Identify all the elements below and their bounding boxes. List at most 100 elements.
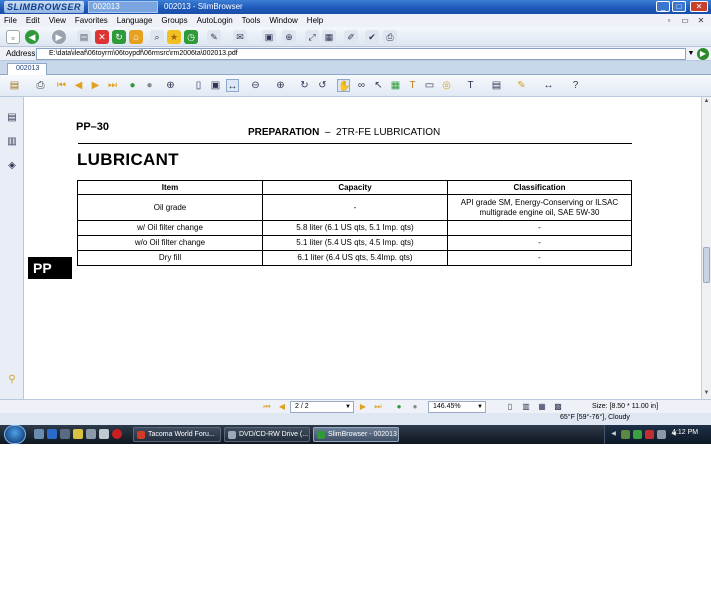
rotate-left-icon[interactable]: ↺ bbox=[316, 79, 329, 92]
go-back-icon[interactable]: ● bbox=[394, 402, 404, 412]
last-page-icon[interactable]: ⏭ bbox=[106, 79, 119, 92]
bookmarks-panel-icon[interactable]: ▥ bbox=[6, 135, 18, 149]
single-page-icon[interactable]: ▯ bbox=[192, 79, 205, 92]
search-icon[interactable]: ⌕ bbox=[150, 30, 164, 44]
restore-icon[interactable]: ▫ bbox=[664, 16, 674, 25]
stop-icon[interactable]: ✕ bbox=[95, 30, 109, 44]
hand-tool-icon[interactable]: ✋ bbox=[337, 79, 350, 92]
zoom-field[interactable]: 146.45% ▼ bbox=[428, 401, 486, 413]
quicklaunch-icon[interactable] bbox=[47, 429, 57, 439]
scroll-up-icon[interactable]: ▲ bbox=[702, 97, 711, 106]
menu-autologin[interactable]: AutoLogin bbox=[197, 14, 233, 27]
zoom-plus-icon[interactable]: ⊕ bbox=[274, 79, 287, 92]
print-icon[interactable]: ⎙ bbox=[34, 79, 47, 92]
address-dropdown-icon[interactable]: ▼ bbox=[686, 48, 696, 60]
first-page-icon[interactable]: ⏮ bbox=[55, 79, 68, 92]
page-number-field[interactable]: 2 / 2 ▼ bbox=[290, 401, 354, 413]
mail-icon[interactable]: ✉ bbox=[233, 30, 247, 44]
minimize-button[interactable]: _ bbox=[656, 1, 670, 12]
first-page-icon[interactable]: ⏮ bbox=[262, 402, 272, 412]
note-icon[interactable]: ▤ bbox=[490, 79, 503, 92]
next-page-icon[interactable]: ▶ bbox=[89, 79, 102, 92]
scroll-thumb[interactable] bbox=[703, 247, 710, 283]
fit-width-icon[interactable]: ↔ bbox=[226, 79, 239, 92]
zoom-in-icon[interactable]: ⊕ bbox=[164, 79, 177, 92]
image-tool-icon[interactable]: ▭ bbox=[423, 79, 436, 92]
start-button[interactable] bbox=[4, 425, 26, 444]
go-forward-icon[interactable]: ● bbox=[410, 402, 420, 412]
forward-icon[interactable]: ▶ bbox=[52, 30, 66, 44]
fullscreen-icon[interactable]: ⤢ bbox=[305, 30, 319, 44]
menu-file[interactable]: File bbox=[4, 14, 17, 27]
highlight-icon[interactable]: ✎ bbox=[515, 79, 528, 92]
edit-icon[interactable]: ✎ bbox=[207, 30, 221, 44]
go-forward-icon[interactable]: ● bbox=[143, 79, 156, 92]
next-page-icon[interactable]: ▶ bbox=[358, 402, 368, 412]
tray-icon[interactable] bbox=[621, 430, 630, 439]
tile-icon[interactable]: ▭ bbox=[680, 16, 690, 25]
home-icon[interactable]: ⌂ bbox=[129, 30, 143, 44]
typewriter-icon[interactable]: T bbox=[464, 79, 477, 92]
glasses-icon[interactable]: ∞ bbox=[355, 79, 368, 92]
continuous-facing-icon[interactable]: ▩ bbox=[553, 402, 563, 412]
layers-panel-icon[interactable]: ◈ bbox=[6, 159, 18, 173]
window-icon[interactable]: ▣ bbox=[262, 30, 276, 44]
tools-icon[interactable]: ✔ bbox=[365, 30, 379, 44]
text-tool-icon[interactable]: T bbox=[406, 79, 419, 92]
quicklaunch-icon[interactable] bbox=[99, 429, 109, 439]
fit-page-icon[interactable]: ▣ bbox=[209, 79, 222, 92]
menu-help[interactable]: Help bbox=[307, 14, 323, 27]
arrow-tool-icon[interactable]: ↔ bbox=[542, 79, 555, 92]
quicklaunch-icon[interactable] bbox=[73, 429, 83, 439]
chevron-down-icon[interactable]: ▼ bbox=[477, 402, 483, 412]
open-icon[interactable]: ▤ bbox=[8, 79, 21, 92]
menu-groups[interactable]: Groups bbox=[161, 14, 187, 27]
menu-window[interactable]: Window bbox=[269, 14, 297, 27]
go-back-icon[interactable]: ● bbox=[126, 79, 139, 92]
tab-document[interactable]: 002013 bbox=[7, 63, 47, 75]
history-icon[interactable]: ◷ bbox=[184, 30, 198, 44]
single-page-view-icon[interactable]: ▯ bbox=[505, 402, 515, 412]
pages-panel-icon[interactable]: ▤ bbox=[6, 111, 18, 125]
facing-view-icon[interactable]: ▦ bbox=[537, 402, 547, 412]
back-icon[interactable]: ◀ bbox=[25, 30, 39, 44]
zoom-out-icon[interactable]: ⊖ bbox=[249, 79, 262, 92]
stamp-icon[interactable]: ◎ bbox=[440, 79, 453, 92]
page-icon[interactable]: ▤ bbox=[77, 30, 91, 44]
quicklaunch-icon[interactable] bbox=[86, 429, 96, 439]
refresh-icon[interactable]: ↻ bbox=[112, 30, 126, 44]
snapshot-icon[interactable]: ▦ bbox=[389, 79, 402, 92]
tabs-icon[interactable]: ▦ bbox=[322, 30, 336, 44]
quicklaunch-icon[interactable] bbox=[34, 429, 44, 439]
taskbar-item[interactable]: DVD/CD-RW Drive (... bbox=[224, 427, 310, 442]
select-icon[interactable]: ↖ bbox=[372, 79, 385, 92]
tray-icon[interactable] bbox=[633, 430, 642, 439]
quicklaunch-icon[interactable] bbox=[60, 429, 70, 439]
notes-icon[interactable]: ✐ bbox=[344, 30, 358, 44]
prev-page-icon[interactable]: ◀ bbox=[72, 79, 85, 92]
maximize-button[interactable]: □ bbox=[672, 1, 686, 12]
tray-arrow-icon[interactable]: ◀ bbox=[609, 430, 618, 439]
vertical-scrollbar[interactable]: ▲ ▼ bbox=[701, 97, 711, 399]
taskbar-item[interactable]: Tacoma World Foru... bbox=[133, 427, 221, 442]
menu-favorites[interactable]: Favorites bbox=[75, 14, 108, 27]
close-button[interactable]: ✕ bbox=[690, 1, 708, 12]
menu-language[interactable]: Language bbox=[117, 14, 153, 27]
menu-tools[interactable]: Tools bbox=[242, 14, 261, 27]
address-input[interactable]: E:\data\ileaf\06toyrm\06toypdf\06rmsrc\r… bbox=[36, 48, 686, 60]
window-tab[interactable]: 002013 bbox=[88, 1, 158, 13]
go-button[interactable]: ▶ bbox=[697, 48, 709, 60]
tray-icon[interactable] bbox=[645, 430, 654, 439]
attachments-panel-icon[interactable]: ⚲ bbox=[6, 373, 18, 387]
print-icon[interactable]: ⎙ bbox=[383, 30, 397, 44]
taskbar-item[interactable]: SlimBrowser - 002013 bbox=[313, 427, 399, 442]
menu-view[interactable]: View bbox=[49, 14, 66, 27]
zoom-icon[interactable]: ⊕ bbox=[282, 30, 296, 44]
scroll-down-icon[interactable]: ▼ bbox=[702, 389, 711, 398]
continuous-view-icon[interactable]: ▥ bbox=[521, 402, 531, 412]
network-icon[interactable] bbox=[657, 430, 666, 439]
rotate-icon[interactable]: ↻ bbox=[298, 79, 311, 92]
new-page-icon[interactable]: ▫ bbox=[6, 30, 20, 44]
chevron-down-icon[interactable]: ▼ bbox=[345, 402, 351, 412]
prev-page-icon[interactable]: ◀ bbox=[277, 402, 287, 412]
